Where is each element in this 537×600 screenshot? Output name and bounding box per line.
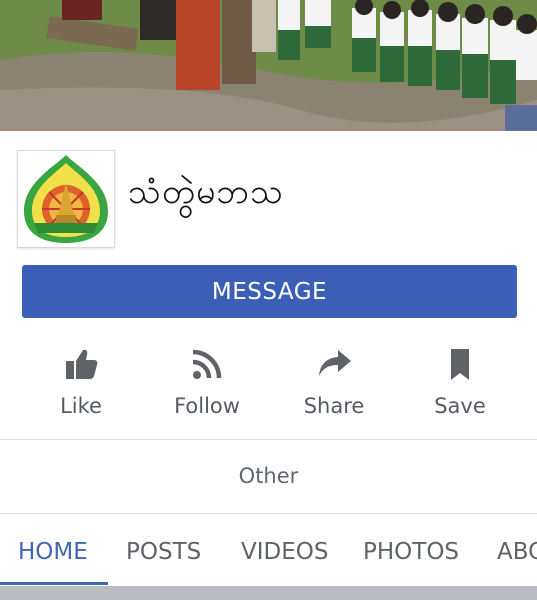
- rss-icon: [192, 349, 222, 379]
- tab-home[interactable]: HOME: [18, 539, 88, 565]
- share-action[interactable]: Share: [279, 338, 389, 428]
- cover-photo-scene: [0, 0, 537, 131]
- like-label: Like: [60, 394, 102, 418]
- active-tab-indicator: [0, 582, 108, 585]
- share-label: Share: [303, 394, 365, 418]
- page-header: သံတွဲမဘသ: [0, 131, 537, 251]
- cover-photo[interactable]: [0, 0, 537, 131]
- tab-about[interactable]: ABOUT: [497, 539, 537, 565]
- tab-posts[interactable]: POSTS: [126, 539, 201, 565]
- save-label: Save: [434, 394, 486, 418]
- save-action[interactable]: Save: [405, 338, 515, 428]
- tab-videos[interactable]: VIDEOS: [241, 539, 328, 565]
- message-button[interactable]: MESSAGE: [22, 265, 517, 318]
- temple-logo-icon: [20, 153, 112, 245]
- share-arrow-icon: [319, 350, 351, 376]
- bookmark-icon: [451, 349, 469, 380]
- other-label: Other: [238, 464, 299, 488]
- other-link[interactable]: Other: [0, 440, 537, 512]
- page-tabs: HOME POSTS VIDEOS PHOTOS ABOUT: [0, 514, 537, 586]
- thumbs-up-icon: [66, 349, 98, 379]
- follow-action[interactable]: Follow: [152, 338, 262, 428]
- tab-photos[interactable]: PHOTOS: [363, 539, 459, 565]
- follow-label: Follow: [174, 394, 240, 418]
- page-avatar[interactable]: [17, 150, 115, 248]
- like-action[interactable]: Like: [26, 338, 136, 428]
- page-title: သံတွဲမဘသ: [128, 172, 285, 212]
- bottom-edge: [0, 586, 537, 600]
